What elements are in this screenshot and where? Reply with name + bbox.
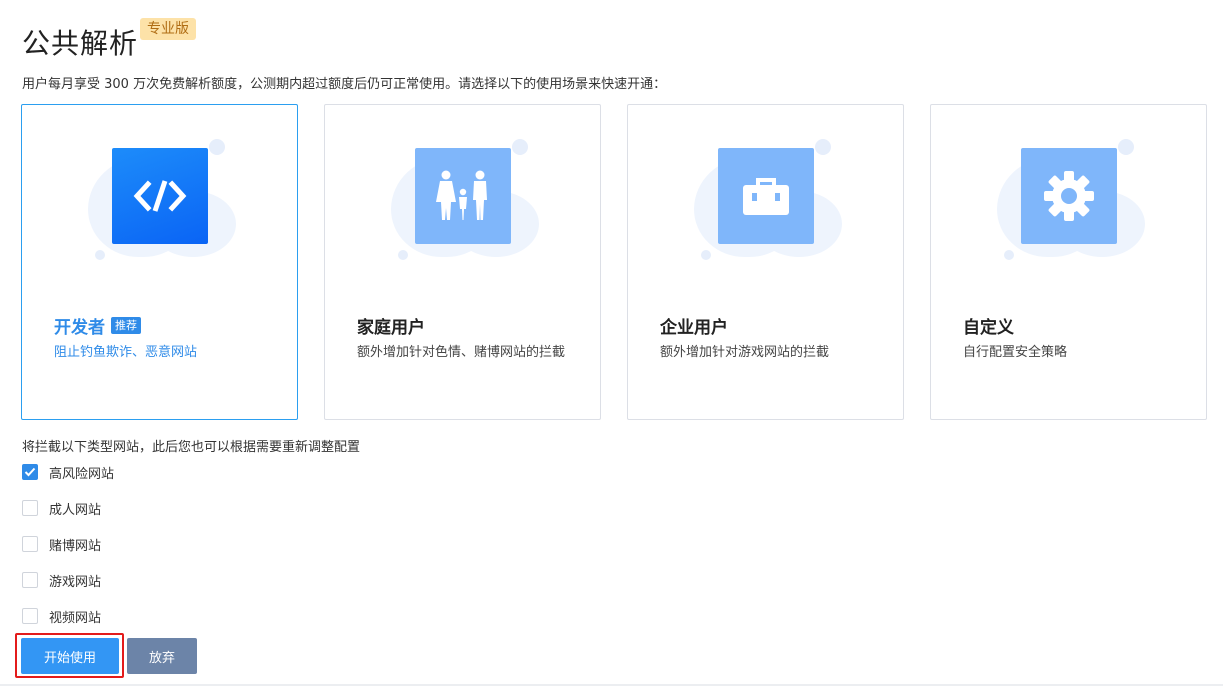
card-title-row: 企业用户 xyxy=(660,313,728,338)
card-title-row: 自定义 xyxy=(963,313,1014,338)
recommended-badge: 推荐 xyxy=(111,316,141,334)
option-label: 成人网站 xyxy=(49,502,102,518)
check-icon xyxy=(24,467,36,477)
scenario-card-developer[interactable]: 开发者 推荐 阻止钓鱼欺诈、恶意网站 xyxy=(21,104,298,420)
option-high-risk[interactable]: 高风险网站 xyxy=(22,463,115,482)
checkbox[interactable] xyxy=(22,464,38,480)
page-title: 公共解析 xyxy=(22,27,139,60)
card-title-row: 家庭用户 xyxy=(357,313,425,338)
decor-dot xyxy=(209,139,225,155)
card-title: 企业用户 xyxy=(660,317,728,338)
decor-dot xyxy=(398,250,408,260)
checkbox[interactable] xyxy=(22,572,38,588)
card-description: 额外增加针对游戏网站的拦截 xyxy=(660,345,830,360)
decor-dot xyxy=(512,139,528,155)
option-label: 高风险网站 xyxy=(49,466,115,482)
start-button[interactable]: 开始使用 xyxy=(21,638,119,674)
edition-badge: 专业版 xyxy=(140,18,196,40)
card-title-row: 开发者 推荐 xyxy=(54,313,141,338)
option-gambling[interactable]: 赌博网站 xyxy=(22,535,102,554)
checkbox[interactable] xyxy=(22,608,38,624)
card-description: 自行配置安全策略 xyxy=(963,345,1068,360)
gear-icon xyxy=(1021,148,1117,244)
decor-dot xyxy=(815,139,831,155)
decor-dot xyxy=(1118,139,1134,155)
card-description: 额外增加针对色情、赌博网站的拦截 xyxy=(357,345,566,360)
checkbox[interactable] xyxy=(22,500,38,516)
option-gaming[interactable]: 游戏网站 xyxy=(22,571,102,590)
option-adult[interactable]: 成人网站 xyxy=(22,499,102,518)
abandon-button[interactable]: 放弃 xyxy=(127,638,197,674)
scenario-card-family[interactable]: 家庭用户 额外增加针对色情、赌博网站的拦截 xyxy=(324,104,601,420)
card-description: 阻止钓鱼欺诈、恶意网站 xyxy=(54,345,198,360)
option-label: 赌博网站 xyxy=(49,538,102,554)
card-title: 家庭用户 xyxy=(357,317,425,338)
filter-notice: 将拦截以下类型网站，此后您也可以根据需要重新调整配置 xyxy=(22,440,361,455)
card-title: 开发者 xyxy=(54,317,105,338)
option-label: 视频网站 xyxy=(49,610,102,626)
briefcase-icon xyxy=(718,148,814,244)
scenario-card-enterprise[interactable]: 企业用户 额外增加针对游戏网站的拦截 xyxy=(627,104,904,420)
family-icon xyxy=(415,148,511,244)
decor-dot xyxy=(95,250,105,260)
scenario-card-custom[interactable]: 自定义 自行配置安全策略 xyxy=(930,104,1207,420)
option-video[interactable]: 视频网站 xyxy=(22,607,102,626)
option-label: 游戏网站 xyxy=(49,574,102,590)
page-description: 用户每月享受 300 万次免费解析额度，公测期内超过额度后仍可正常使用。请选择以… xyxy=(22,77,667,92)
decor-dot xyxy=(1004,250,1014,260)
code-icon xyxy=(112,148,208,244)
decor-dot xyxy=(701,250,711,260)
card-title: 自定义 xyxy=(963,317,1014,338)
checkbox[interactable] xyxy=(22,536,38,552)
